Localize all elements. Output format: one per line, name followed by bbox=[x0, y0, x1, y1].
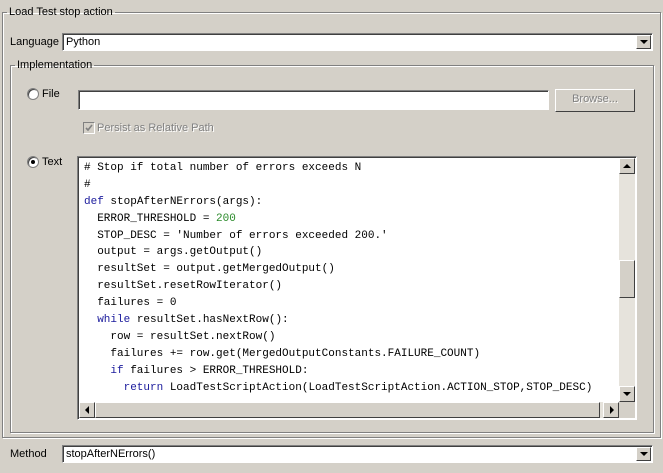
code-line: row = resultSet.nextRow() bbox=[84, 330, 276, 343]
chevron-down-icon[interactable] bbox=[636, 447, 651, 461]
vertical-scroll-thumb[interactable] bbox=[619, 260, 635, 298]
scroll-right-arrow-icon[interactable] bbox=[603, 402, 619, 418]
horizontal-scroll-thumb[interactable] bbox=[95, 402, 600, 418]
keyword-while: while bbox=[97, 314, 131, 327]
code-line: while resultSet.hasNextRow(): bbox=[97, 314, 289, 327]
code-line: failures += row.get(MergedOutputConstant… bbox=[84, 347, 481, 360]
check-icon bbox=[85, 124, 93, 132]
language-select[interactable]: Python bbox=[62, 33, 653, 51]
persist-relative-path-checkbox[interactable] bbox=[83, 122, 95, 134]
browse-button[interactable]: Browse... bbox=[555, 89, 635, 112]
implementation-title: Implementation bbox=[17, 59, 93, 71]
scroll-up-arrow-icon[interactable] bbox=[619, 158, 635, 174]
scroll-corner bbox=[619, 402, 635, 418]
text-radio[interactable] bbox=[27, 156, 39, 168]
chevron-down-icon[interactable] bbox=[636, 35, 651, 49]
method-value: stopAfterNErrors() bbox=[66, 448, 156, 460]
code-editor[interactable]: # Stop if total number of errors exceeds… bbox=[77, 156, 637, 420]
code-line: failures = 0 bbox=[84, 297, 177, 310]
persist-relative-path-label: Persist as Relative Path bbox=[97, 122, 214, 134]
group-title: Load Test stop action bbox=[9, 6, 113, 18]
text-radio-label: Text bbox=[42, 156, 63, 168]
keyword-return: return bbox=[123, 381, 164, 394]
code-line: resultSet.resetRowIterator() bbox=[84, 280, 283, 293]
language-value: Python bbox=[66, 36, 101, 48]
code-line: # bbox=[84, 178, 91, 191]
language-label: Language bbox=[10, 36, 59, 48]
code-line: if failures > ERROR_THRESHOLD: bbox=[110, 364, 309, 377]
code-line: resultSet = output.getMergedOutput() bbox=[84, 263, 335, 276]
code-line: # Stop if total number of errors exceeds… bbox=[84, 162, 362, 174]
file-path-input[interactable] bbox=[78, 90, 549, 110]
scroll-left-arrow-icon[interactable] bbox=[79, 402, 95, 418]
scroll-down-arrow-icon[interactable] bbox=[619, 386, 635, 402]
keyword-def: def bbox=[84, 195, 104, 208]
file-radio[interactable] bbox=[27, 88, 39, 100]
keyword-if: if bbox=[110, 364, 124, 377]
file-radio-label: File bbox=[42, 88, 60, 100]
code-line: ERROR_THRESHOLD = 200 bbox=[84, 212, 236, 225]
vertical-scrollbar[interactable] bbox=[619, 158, 635, 402]
code-line: return LoadTestScriptAction(LoadTestScri… bbox=[123, 381, 593, 394]
radio-selected-dot bbox=[31, 160, 35, 164]
code-lines: # Stop if total number of errors exceeds… bbox=[84, 160, 618, 396]
horizontal-scrollbar[interactable] bbox=[79, 402, 619, 418]
method-select[interactable]: stopAfterNErrors() bbox=[62, 445, 653, 463]
code-line: STOP_DESC = 'Number of errors exceeded 2… bbox=[84, 229, 388, 242]
code-line: def stopAfterNErrors(args): bbox=[84, 195, 263, 208]
code-line: output = args.getOutput() bbox=[84, 246, 263, 259]
method-label: Method bbox=[10, 448, 47, 460]
